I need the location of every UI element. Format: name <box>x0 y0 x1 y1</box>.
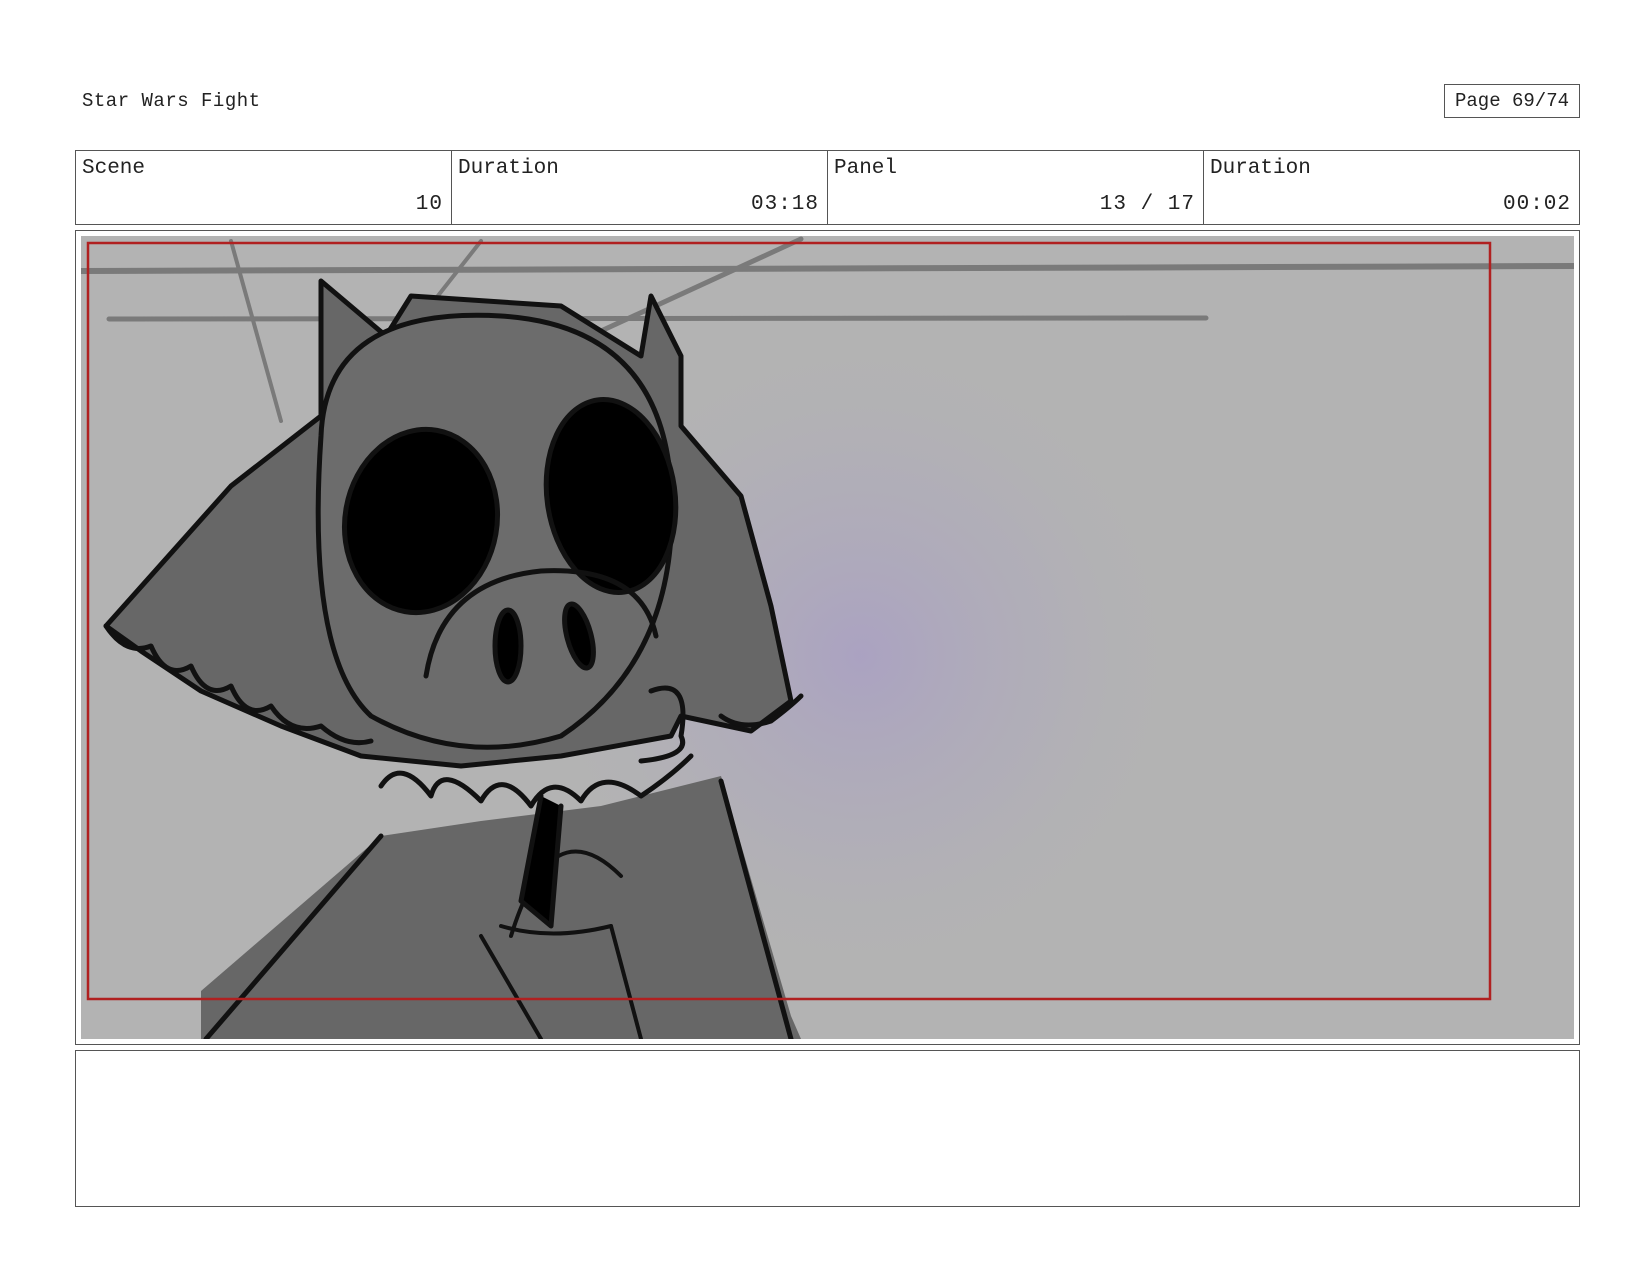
duration-value: 03:18 <box>750 193 819 216</box>
duration-label: Duration <box>458 157 559 180</box>
panel-duration-value: 00:02 <box>1502 193 1571 216</box>
notes-box <box>75 1050 1580 1207</box>
document-title: Star Wars Fight <box>82 90 261 112</box>
storyboard-frame <box>75 230 1580 1045</box>
duration-cell: Duration 03:18 <box>452 151 828 224</box>
scene-cell: Scene 10 <box>76 151 452 224</box>
scene-label: Scene <box>82 157 146 180</box>
info-header: Scene 10 Duration 03:18 Panel 13 / 17 Du… <box>75 150 1580 225</box>
panel-duration-label: Duration <box>1210 157 1311 180</box>
panel-value: 13 / 17 <box>1099 193 1195 216</box>
page-number: Page 69/74 <box>1444 84 1580 118</box>
left-nostril <box>492 607 524 685</box>
storyboard-drawing <box>81 236 1574 1039</box>
scene-value: 10 <box>415 193 443 216</box>
panel-cell: Panel 13 / 17 <box>828 151 1204 224</box>
panel-label: Panel <box>834 157 898 180</box>
panel-duration-cell: Duration 00:02 <box>1204 151 1579 224</box>
